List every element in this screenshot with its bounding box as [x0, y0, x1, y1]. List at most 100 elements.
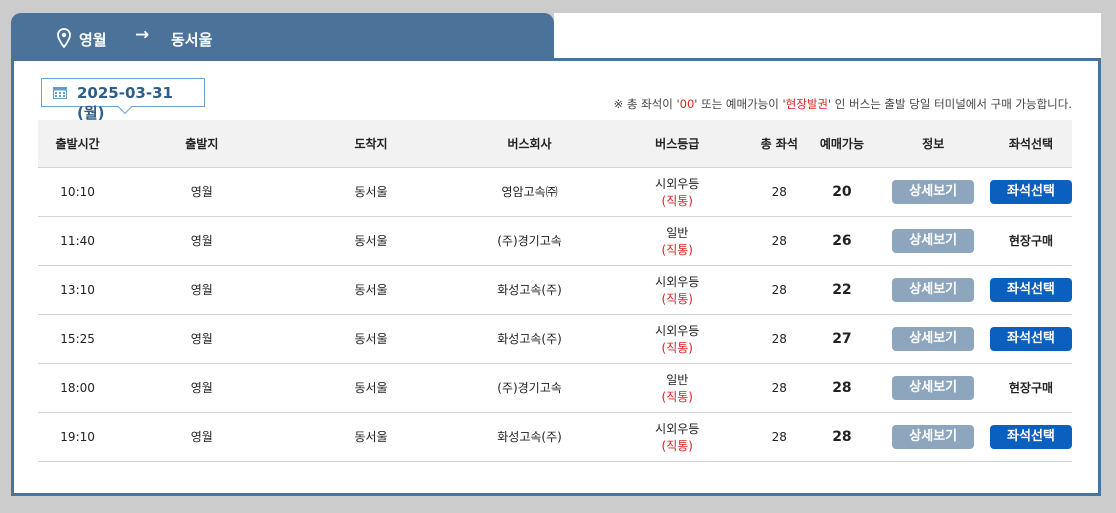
onsite-purchase-label: 현장구매: [1008, 234, 1054, 248]
destination: 동서울: [286, 216, 456, 266]
col-info: 정보: [876, 120, 990, 168]
available-seats: 20: [807, 167, 877, 217]
col-departure-time: 출발시간: [38, 120, 118, 168]
seat-select-cell: 좌석선택: [989, 314, 1072, 364]
info-cell: 상세보기: [876, 265, 990, 315]
grade-sub-label: (직통): [661, 389, 693, 404]
destination: 동서울: [286, 265, 456, 315]
col-grade: 버스등급: [603, 120, 752, 168]
available-seats: 22: [807, 265, 877, 315]
col-available: 예매가능: [807, 120, 877, 168]
date-selector[interactable]: 2025-03-31 (월): [41, 78, 205, 122]
seat-select-cell: 현장구매: [989, 216, 1072, 266]
departure-time: 15:25: [38, 314, 118, 364]
info-cell: 상세보기: [876, 363, 990, 413]
departure-time: 18:00: [38, 363, 118, 413]
bus-company: 화성고속(주): [455, 412, 604, 462]
grade-sub-label: (직통): [661, 193, 693, 208]
total-seats: 28: [751, 412, 808, 462]
tab-spacer: [554, 13, 1101, 59]
info-cell: 상세보기: [876, 412, 990, 462]
available-seats: 28: [807, 363, 877, 413]
origin: 영월: [117, 314, 287, 364]
detail-button[interactable]: 상세보기: [892, 424, 975, 449]
bus-company: 화성고속(주): [455, 265, 604, 315]
destination: 동서울: [286, 314, 456, 364]
seat-select-button[interactable]: 좌석선택: [989, 326, 1072, 351]
selected-date: 2025-03-31 (월): [77, 84, 173, 122]
grade-sub-label: (직통): [661, 438, 693, 453]
bus-company: (주)경기고속: [455, 363, 604, 413]
bus-company: (주)경기고속: [455, 216, 604, 266]
col-total-seats: 총 좌석: [751, 120, 808, 168]
route-destination: 동서울: [171, 31, 213, 49]
seat-select-button[interactable]: 좌석선택: [989, 277, 1072, 302]
departure-time: 10:10: [38, 167, 118, 217]
col-company: 버스회사: [455, 120, 604, 168]
detail-button[interactable]: 상세보기: [892, 228, 975, 253]
table-row: 13:10 영월 동서울 화성고속(주) 시외우등 (직통) 28 22 상세보기 좌석선택: [38, 265, 1072, 315]
detail-button[interactable]: 상세보기: [892, 179, 975, 204]
table-row: 19:10 영월 동서울 화성고속(주) 시외우등 (직통) 28 28 상세보기 좌석선택: [38, 412, 1072, 462]
seat-select-cell: 현장구매: [989, 363, 1072, 413]
origin: 영월: [117, 363, 287, 413]
seat-select-button[interactable]: 좌석선택: [989, 179, 1072, 204]
purchase-notice: ※ 총 좌석이 '00' 또는 예매가능이 '현장발권' 인 버스는 출발 당일…: [613, 97, 1072, 111]
info-cell: 상세보기: [876, 216, 990, 266]
available-seats: 28: [807, 412, 877, 462]
table-row: 10:10 영월 동서울 영암고속㈜ 시외우등 (직통) 28 20 상세보기 좌석선택: [38, 167, 1072, 217]
grade-label: 일반: [666, 225, 689, 240]
grade-label: 시외우등: [655, 274, 700, 289]
route-tab: 영월 → 동서울: [11, 13, 554, 63]
departure-time: 11:40: [38, 216, 118, 266]
info-cell: 상세보기: [876, 167, 990, 217]
grade-label: 시외우등: [655, 176, 700, 191]
total-seats: 28: [751, 265, 808, 315]
grade-label: 시외우등: [655, 323, 700, 338]
table-header-row: 출발시간 출발지 도착지 버스회사 버스등급 총 좌석 예매가능 정보 좌석선택: [38, 120, 1072, 168]
total-seats: 28: [751, 363, 808, 413]
origin: 영월: [117, 216, 287, 266]
available-seats: 27: [807, 314, 877, 364]
grade-sub-label: (직통): [661, 242, 693, 257]
bus-schedule-table: 출발시간 출발지 도착지 버스회사 버스등급 총 좌석 예매가능 정보 좌석선택…: [38, 120, 1072, 462]
bus-grade: 시외우등 (직통): [603, 314, 752, 364]
detail-button[interactable]: 상세보기: [892, 326, 975, 351]
table-row: 15:25 영월 동서울 화성고속(주) 시외우등 (직통) 28 27 상세보기 좌석선택: [38, 314, 1072, 364]
bus-grade: 시외우등 (직통): [603, 167, 752, 217]
route-origin: 영월: [79, 31, 107, 49]
table-row: 18:00 영월 동서울 (주)경기고속 일반 (직통) 28 28 상세보기 현장구매: [38, 363, 1072, 413]
bus-grade: 일반 (직통): [603, 363, 752, 413]
origin: 영월: [117, 265, 287, 315]
arrow-right-icon: →: [135, 25, 150, 45]
seat-select-cell: 좌석선택: [989, 265, 1072, 315]
seat-select-button[interactable]: 좌석선택: [989, 424, 1072, 449]
grade-label: 시외우등: [655, 421, 700, 436]
total-seats: 28: [751, 167, 808, 217]
detail-button[interactable]: 상세보기: [892, 375, 975, 400]
bus-grade: 일반 (직통): [603, 216, 752, 266]
detail-button[interactable]: 상세보기: [892, 277, 975, 302]
bus-company: 영암고속㈜: [455, 167, 604, 217]
total-seats: 28: [751, 216, 808, 266]
col-destination: 도착지: [286, 120, 456, 168]
calendar-icon: [53, 87, 67, 99]
table-row: 11:40 영월 동서울 (주)경기고속 일반 (직통) 28 26 상세보기 현장구매: [38, 216, 1072, 266]
available-seats: 26: [807, 216, 877, 266]
destination: 동서울: [286, 363, 456, 413]
col-seat-select: 좌석선택: [989, 120, 1072, 168]
bus-company: 화성고속(주): [455, 314, 604, 364]
location-pin-icon: [57, 28, 71, 48]
destination: 동서울: [286, 412, 456, 462]
info-cell: 상세보기: [876, 314, 990, 364]
origin: 영월: [117, 412, 287, 462]
departure-time: 19:10: [38, 412, 118, 462]
grade-sub-label: (직통): [661, 291, 693, 306]
destination: 동서울: [286, 167, 456, 217]
onsite-purchase-label: 현장구매: [1008, 381, 1054, 395]
grade-sub-label: (직통): [661, 340, 693, 355]
total-seats: 28: [751, 314, 808, 364]
col-origin: 출발지: [117, 120, 287, 168]
origin: 영월: [117, 167, 287, 217]
grade-label: 일반: [666, 372, 689, 387]
